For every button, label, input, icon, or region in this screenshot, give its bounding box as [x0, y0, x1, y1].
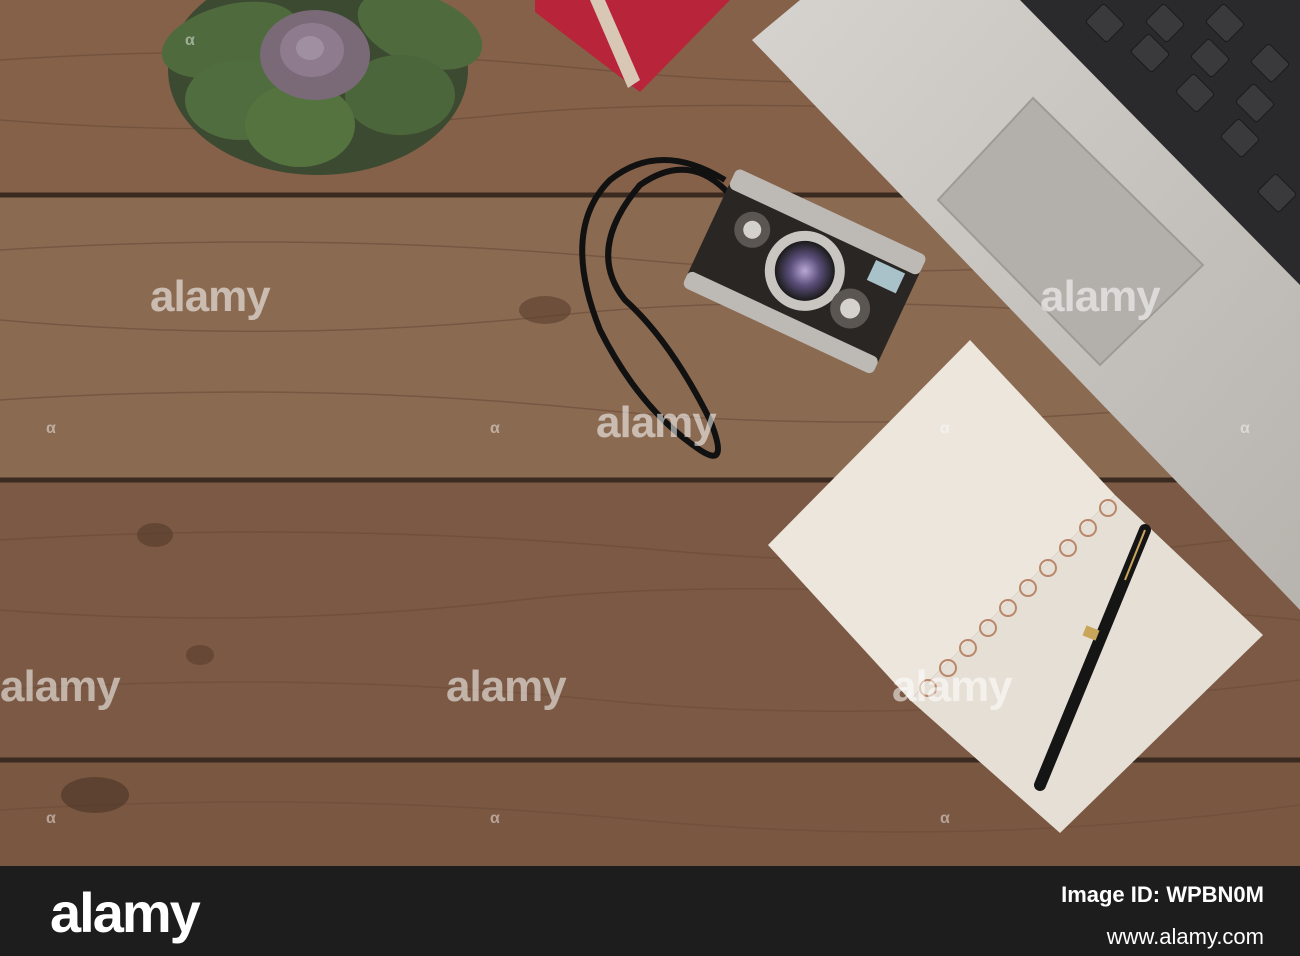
watermark-text: alamy: [0, 662, 121, 711]
watermark-text: alamy: [1040, 272, 1161, 321]
image-id-label: Image ID: WPBN0M: [1061, 882, 1264, 907]
footer-logo: alamy: [50, 881, 201, 944]
footer-info: Image ID: WPBN0M www.alamy.com: [1061, 882, 1264, 950]
footer-url[interactable]: www.alamy.com: [1061, 924, 1264, 950]
watermark-text: alamy: [150, 272, 271, 321]
footer-bar: alamy Image ID: WPBN0M www.alamy.com: [0, 866, 1300, 956]
photo-scene: alamy alamy alamy alamy alamy alamy α α …: [0, 0, 1300, 866]
watermark-text: alamy: [596, 398, 717, 447]
watermark-text: alamy: [446, 662, 567, 711]
watermark-text: alamy: [892, 662, 1013, 711]
